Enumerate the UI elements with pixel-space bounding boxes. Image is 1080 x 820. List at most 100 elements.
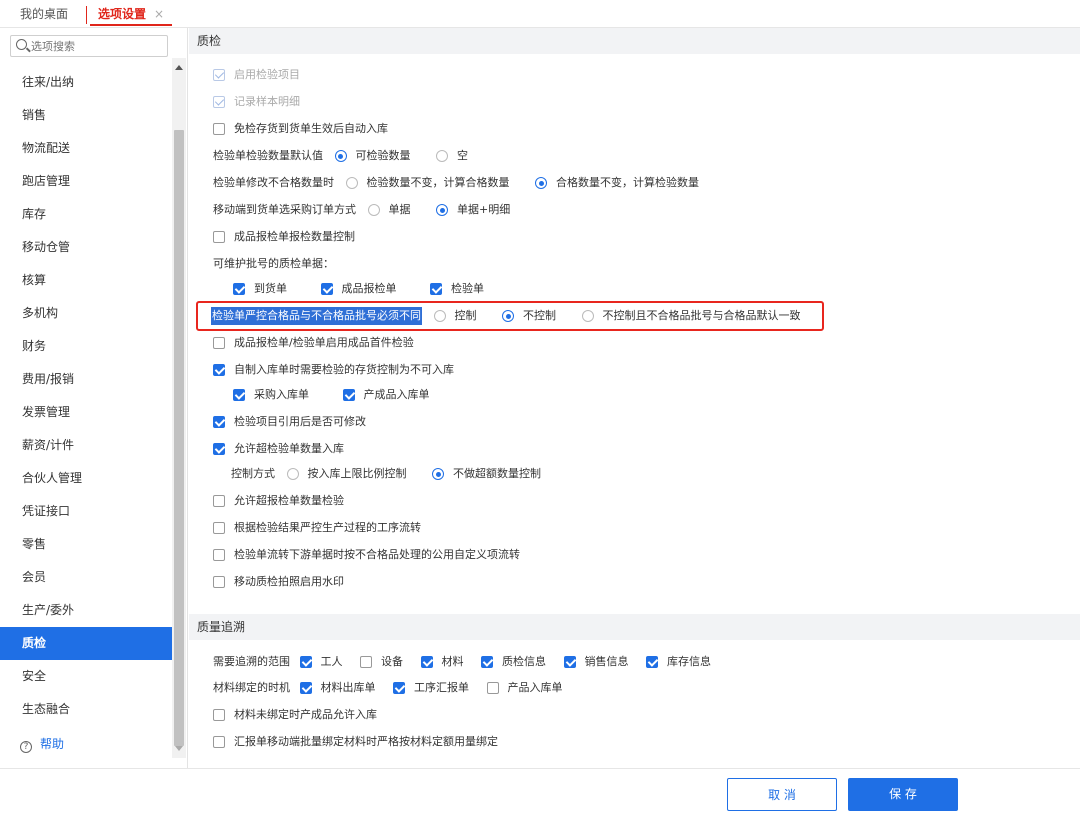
checkbox-scope-stock-info[interactable] <box>646 656 658 668</box>
scroll-down-icon[interactable] <box>175 746 183 751</box>
checkbox-scope-sales-info[interactable] <box>563 656 576 668</box>
radio-ctrl-none[interactable] <box>432 468 444 480</box>
checkbox-self-made[interactable] <box>213 364 225 376</box>
scroll-thumb[interactable] <box>174 130 184 746</box>
help-link[interactable]: ? 帮助 <box>20 735 64 753</box>
sidebar-item-retail[interactable]: 零售 <box>0 528 172 561</box>
checkbox-label: 成品报检单 <box>341 282 397 295</box>
option-label: 移动端到货单选采购订单方式 <box>213 203 356 216</box>
sidebar-item-mobile-warehouse[interactable]: 移动仓管 <box>0 231 172 264</box>
option-watermark: 移动质检拍照启用水印 <box>213 573 344 591</box>
checkbox-strict-bind[interactable] <box>213 736 225 748</box>
sidebar-item-logistics[interactable]: 物流配送 <box>0 132 172 165</box>
sidebar-item-multi-org[interactable]: 多机构 <box>0 297 172 330</box>
radio-modify-opt1[interactable] <box>345 177 358 189</box>
checkbox-scope-worker[interactable] <box>299 656 312 668</box>
checkbox-label: 材料 <box>441 655 464 668</box>
search-input[interactable] <box>31 38 161 54</box>
option-strict-bind: 汇报单移动端批量绑定材料时严格按材料定额用量绑定 <box>213 733 498 751</box>
sidebar-item-payments[interactable]: 往来/出纳 <box>0 66 172 99</box>
checkbox-label: 工人 <box>320 655 343 668</box>
checkbox-allow-over[interactable] <box>213 443 225 455</box>
radio-strict-no-control-same[interactable] <box>581 310 594 322</box>
checkbox-bind-outbound[interactable] <box>299 682 312 694</box>
checkbox-downstream[interactable] <box>213 549 225 561</box>
checkbox-batch-inspection[interactable] <box>430 283 442 295</box>
option-label: 根据检验结果严控生产过程的工序流转 <box>234 521 421 534</box>
sidebar-item-finance[interactable]: 财务 <box>0 330 172 363</box>
save-button[interactable]: 保 存 <box>848 778 958 811</box>
option-modify-unqualified: 检验单修改不合格数量时 检验数量不变，计算合格数量 合格数量不变，计算检验数量 <box>213 174 699 192</box>
checkbox-product-in[interactable] <box>342 389 355 401</box>
radio-label: 不控制 <box>523 309 556 322</box>
sidebar-item-voucher[interactable]: 凭证接口 <box>0 495 172 528</box>
checkbox-strict-flow[interactable] <box>213 522 225 534</box>
radio-strict-control[interactable] <box>433 310 446 322</box>
sidebar-item-partner[interactable]: 合伙人管理 <box>0 462 172 495</box>
radio-modify-opt2[interactable] <box>535 177 547 189</box>
checkbox-bind-product-in[interactable] <box>486 682 499 694</box>
tab-label: 选项设置 <box>98 7 147 21</box>
checkbox-item-modify[interactable] <box>213 416 225 428</box>
radio-mobile-doc-detail[interactable] <box>436 204 448 216</box>
checkbox-record-sample[interactable] <box>213 96 225 108</box>
checkbox-allow-over-report[interactable] <box>213 495 225 507</box>
checkbox-unbound[interactable] <box>213 709 225 721</box>
sidebar-nav: 往来/出纳 销售 物流配送 跑店管理 库存 移动仓管 核算 多机构 财务 费用/… <box>0 66 172 726</box>
radio-default-qty-empty[interactable] <box>436 150 448 162</box>
option-label: 可维护批号的质检单据： <box>213 257 334 270</box>
checkbox-auto-stock[interactable] <box>213 123 225 135</box>
scroll-up-icon[interactable] <box>175 65 183 70</box>
sidebar-item-store-visit[interactable]: 跑店管理 <box>0 165 172 198</box>
sidebar-item-quality[interactable]: 质检 <box>0 627 172 660</box>
sidebar-item-member[interactable]: 会员 <box>0 561 172 594</box>
option-label: 检验单流转下游单据时按不合格品处理的公用自定义项流转 <box>234 548 520 561</box>
tab-desktop[interactable]: 我的桌面 <box>20 4 68 26</box>
radio-strict-no-control[interactable] <box>502 310 514 322</box>
checkbox-label: 采购入库单 <box>254 388 309 401</box>
radio-mobile-doc[interactable] <box>367 204 380 216</box>
radio-default-qty-checkable[interactable] <box>334 150 347 162</box>
sidebar-item-accounting[interactable]: 核算 <box>0 264 172 297</box>
sidebar-scrollbar[interactable] <box>172 58 186 758</box>
option-self-made: 自制入库单时需要检验的存货控制为不可入库 <box>213 361 454 379</box>
checkbox-scope-material[interactable] <box>420 656 433 668</box>
checkbox-label: 产成品入库单 <box>363 388 430 401</box>
close-icon[interactable]: × <box>154 7 164 21</box>
option-label: 检验单修改不合格数量时 <box>213 176 334 189</box>
radio-label: 可检验数量 <box>355 149 411 162</box>
checkbox-watermark[interactable] <box>213 576 225 588</box>
sidebar: 往来/出纳 销售 物流配送 跑店管理 库存 移动仓管 核算 多机构 财务 费用/… <box>0 28 188 768</box>
checkbox-batch-product-report[interactable] <box>320 283 333 295</box>
checkbox-batch-arrival[interactable] <box>233 283 245 295</box>
settings-panel: 质检 启用检验项目 记录样本明细 免检存货到货单生效后自动入库 检验单检验数量默… <box>189 28 1080 768</box>
checkbox-enable-items[interactable] <box>213 69 225 81</box>
sidebar-item-invoice[interactable]: 发票管理 <box>0 396 172 429</box>
checkbox-purchase-in[interactable] <box>233 389 245 401</box>
option-label: 需要追溯的范围 <box>213 655 290 668</box>
option-mobile-po: 移动端到货单选采购订单方式 单据 单据+明细 <box>213 201 510 219</box>
tab-options-settings[interactable]: 选项设置 × <box>90 4 173 26</box>
sidebar-item-inventory[interactable]: 库存 <box>0 198 172 231</box>
checkbox-scope-quality-info[interactable] <box>481 656 493 668</box>
checkbox-label: 检验单 <box>451 282 484 295</box>
checkbox-first-check[interactable] <box>213 337 225 349</box>
radio-label: 检验数量不变，计算合格数量 <box>366 176 510 189</box>
checkbox-product-report-ctrl[interactable] <box>213 231 225 243</box>
cancel-button[interactable]: 取 消 <box>727 778 837 811</box>
sidebar-item-expense[interactable]: 费用/报销 <box>0 363 172 396</box>
checkbox-scope-equipment[interactable] <box>360 656 372 668</box>
checkbox-label: 产品入库单 <box>507 681 563 694</box>
option-label: 汇报单移动端批量绑定材料时严格按材料定额用量绑定 <box>234 735 498 748</box>
sidebar-item-ecosystem[interactable]: 生态融合 <box>0 693 172 726</box>
option-label: 检验项目引用后是否可修改 <box>234 415 366 428</box>
sidebar-item-production[interactable]: 生产/委外 <box>0 594 172 627</box>
sidebar-item-payroll[interactable]: 薪资/计件 <box>0 429 172 462</box>
sidebar-item-security[interactable]: 安全 <box>0 660 172 693</box>
radio-label: 空 <box>457 149 468 162</box>
search-box[interactable] <box>10 35 168 57</box>
checkbox-bind-process-report[interactable] <box>393 682 405 694</box>
sidebar-item-sales[interactable]: 销售 <box>0 99 172 132</box>
checkbox-label: 销售信息 <box>584 655 629 668</box>
radio-ctrl-ratio[interactable] <box>286 468 299 480</box>
